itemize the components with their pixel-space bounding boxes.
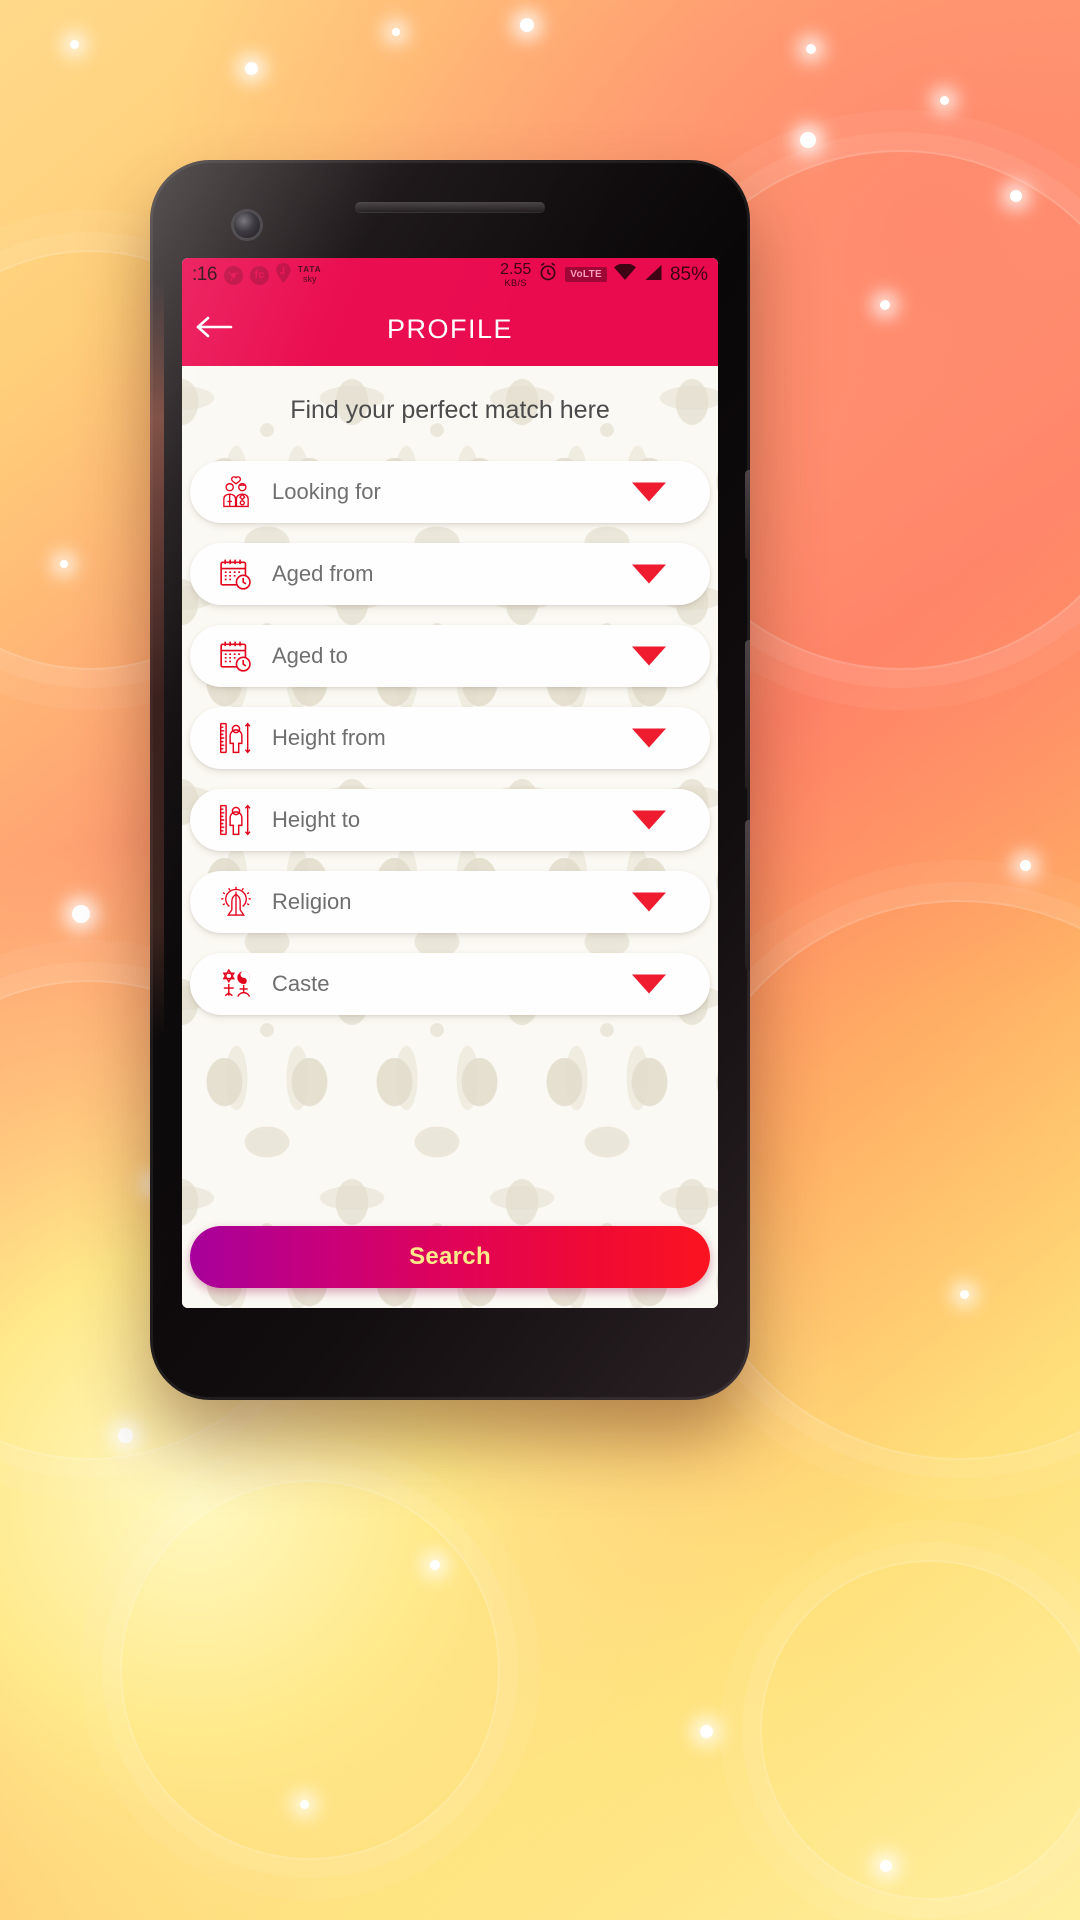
sparkle [60, 560, 68, 568]
sparkle [1020, 860, 1031, 871]
field-aged-to[interactable]: Aged to [190, 625, 710, 687]
sparkle [118, 1428, 133, 1443]
phone-edge-reflection [150, 280, 164, 1040]
field-religion[interactable]: Religion [190, 871, 710, 933]
power-button[interactable] [745, 470, 750, 560]
battery-percentage: 85% [669, 263, 708, 285]
status-clock: :16 [192, 264, 217, 285]
earpiece-speaker [355, 202, 545, 212]
app-bar: PROFILE [182, 292, 718, 366]
wifi-icon [613, 263, 636, 286]
mandala-shape [120, 1480, 500, 1860]
sparkle [1010, 190, 1022, 202]
fc-icon: fc [249, 265, 269, 285]
network-speed-unit: KB/S [504, 277, 527, 288]
swiggy-icon [276, 262, 291, 288]
page-title: PROFILE [386, 313, 514, 344]
field-label: Height from [272, 725, 386, 750]
chevron-down-icon[interactable] [632, 810, 666, 830]
status-bar: :16 fc TATA sky 2.55 KB/S VoLTE 85% [182, 258, 718, 292]
search-button[interactable]: Search [190, 1226, 710, 1288]
sparkle [300, 1800, 309, 1809]
sparkle [960, 1290, 969, 1299]
field-aged-from[interactable]: Aged from [190, 543, 710, 605]
field-label: Religion [272, 889, 352, 914]
sparkle [72, 905, 90, 923]
field-looking-for[interactable]: Looking for [190, 461, 710, 523]
search-filter-list: Looking for Aged from Aged to Height fro… [182, 461, 718, 1015]
praying-hands-icon [216, 882, 256, 922]
search-button-container: Search [190, 1226, 710, 1288]
front-camera [234, 212, 260, 238]
tagline: Find your perfect match here [290, 396, 610, 424]
phone-screen: :16 fc TATA sky 2.55 KB/S VoLTE 85% PROF… [182, 258, 718, 1308]
sparkle [520, 18, 534, 32]
chevron-down-icon[interactable] [632, 646, 666, 666]
sparkle [940, 96, 949, 105]
sparkle [245, 62, 258, 75]
sparkle [880, 1860, 892, 1872]
sparkle [700, 1725, 713, 1738]
chevron-down-icon[interactable] [632, 892, 666, 912]
calendar-clock-icon [216, 554, 256, 594]
field-height-from[interactable]: Height from [190, 707, 710, 769]
chevron-down-icon[interactable] [632, 974, 666, 994]
sparkle [70, 40, 79, 49]
field-label: Height to [272, 807, 361, 832]
alarm-icon [538, 262, 558, 287]
height-ruler-icon [216, 718, 256, 758]
main-content: Find your perfect match here Looking for… [182, 366, 718, 1308]
field-height-to[interactable]: Height to [190, 789, 710, 851]
chevron-down-icon[interactable] [632, 564, 666, 584]
field-label: Aged to [272, 643, 348, 668]
network-speed-indicator: 2.55 KB/S [500, 260, 532, 288]
carrier-line2: sky [302, 274, 317, 284]
volume-down-button[interactable] [745, 820, 750, 970]
sparkle [430, 1560, 440, 1570]
height-ruler-icon [216, 800, 256, 840]
religion-symbols-icon [216, 964, 256, 1004]
sparkle [800, 132, 816, 148]
carrier-name: TATA sky [298, 266, 322, 284]
sparkle [392, 28, 400, 36]
couple-heart-icon [216, 472, 256, 512]
sparkle [880, 300, 890, 310]
chevron-down-icon[interactable] [632, 728, 666, 748]
signal-icon [643, 264, 663, 286]
phone-device: :16 fc TATA sky 2.55 KB/S VoLTE 85% PROF… [150, 160, 750, 1400]
network-speed-value: 2.55 [500, 260, 532, 278]
volume-up-button[interactable] [745, 640, 750, 790]
mandala-shape [760, 1560, 1080, 1900]
field-label: Aged from [272, 561, 374, 586]
carrier-line1: TATA [297, 265, 322, 274]
field-caste[interactable]: Caste [190, 953, 710, 1015]
sparkle [806, 44, 816, 54]
volte-badge: VoLTE [565, 267, 607, 283]
calendar-clock-icon [216, 636, 256, 676]
field-label: Looking for [272, 479, 381, 504]
field-label: Caste [272, 971, 330, 996]
chrome-icon [223, 265, 243, 285]
chevron-down-icon[interactable] [632, 482, 666, 502]
